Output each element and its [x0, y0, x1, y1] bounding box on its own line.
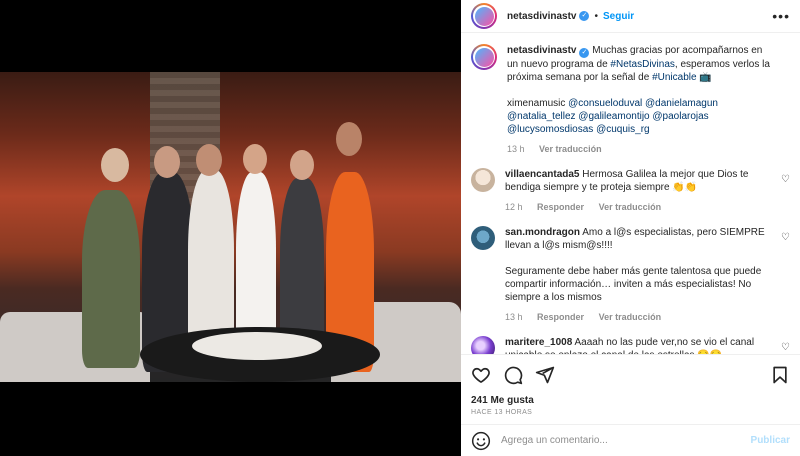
comment-item: villaencantada5 Hermosa Galilea la mejor… — [471, 168, 790, 214]
post-actions: 241 Me gusta HACE 13 HORAS — [461, 354, 800, 416]
comments-list[interactable]: netasdivinastv ✓ Muchas gracias por acomp… — [461, 34, 800, 354]
reply-button[interactable]: Responder — [537, 312, 584, 322]
add-comment-bar: Publicar — [461, 424, 800, 456]
verified-icon: ✓ — [579, 11, 590, 21]
author-username[interactable]: netasdivinastv — [507, 11, 576, 22]
person-1-head — [101, 148, 129, 182]
translate-link[interactable]: Ver traducción — [599, 312, 662, 322]
post-media — [0, 0, 461, 456]
caption: netasdivinastv ✓ Muchas gracias por acomp… — [471, 44, 790, 156]
person-5-head — [290, 150, 314, 180]
like-comment-heart-icon[interactable]: ♡ — [781, 342, 790, 353]
publish-comment-button[interactable]: Publicar — [751, 435, 790, 446]
comment-username[interactable]: villaencantada5 — [505, 169, 579, 180]
comment-input[interactable] — [501, 435, 751, 446]
commenter-avatar[interactable] — [471, 168, 495, 192]
comment-meta: 12 h Responder Ver traducción — [505, 201, 774, 214]
save-bookmark-icon[interactable] — [770, 365, 790, 385]
person-2-head — [154, 146, 180, 178]
reply-button[interactable]: Responder — [537, 202, 584, 212]
caption-text-3: 📺 — [696, 72, 712, 83]
commenter-avatar[interactable] — [471, 226, 495, 250]
follow-button[interactable]: Seguir — [603, 11, 634, 22]
header-separator: • — [594, 10, 598, 22]
post-photo[interactable] — [0, 72, 461, 382]
verified-icon: ✓ — [579, 48, 590, 58]
more-options-icon[interactable]: ••• — [772, 8, 790, 24]
likes-count[interactable]: 241 Me gusta — [471, 395, 790, 406]
comment-username[interactable]: san.mondragon — [505, 227, 580, 238]
hashtag-netasdivinas[interactable]: #NetasDivinas — [610, 59, 674, 70]
comment-meta: 13 h Responder Ver traducción — [505, 311, 774, 324]
share-icon[interactable] — [535, 365, 555, 385]
comment-item: san.mondragon Amo a l@s especialistas, p… — [471, 226, 790, 324]
caption-avatar[interactable] — [471, 44, 497, 70]
person-4-head — [243, 144, 267, 174]
table-stones — [192, 332, 322, 360]
hashtag-unicable[interactable]: #Unicable — [652, 72, 696, 83]
caption-username[interactable]: netasdivinastv — [507, 45, 576, 56]
person-6-head — [336, 122, 362, 156]
person-1 — [82, 190, 140, 368]
author-avatar[interactable] — [471, 3, 497, 29]
like-heart-icon[interactable] — [471, 365, 491, 385]
emoji-icon[interactable] — [471, 431, 491, 451]
caption-meta: 13 h Ver traducción — [507, 143, 774, 156]
caption-translate-link[interactable]: Ver traducción — [539, 144, 602, 154]
comment-username[interactable]: maritere_1008 — [505, 337, 572, 348]
like-comment-heart-icon[interactable]: ♡ — [781, 174, 790, 185]
post-side-panel: netasdivinastv ✓ • Seguir ••• netasdivin… — [461, 0, 800, 456]
action-icons — [471, 365, 790, 385]
comment-time: 12 h — [505, 202, 523, 212]
credits-prefix: ximenamusic — [507, 98, 569, 109]
comment-item: maritere_1008 Aaaah no las pude ver,no s… — [471, 336, 790, 354]
commenter-avatar[interactable] — [471, 336, 495, 354]
translate-link[interactable]: Ver traducción — [599, 202, 662, 212]
post-timestamp: HACE 13 HORAS — [471, 409, 533, 416]
caption-credits: ximenamusic @consueloduval @danielamagun… — [507, 97, 774, 136]
comment-time: 13 h — [505, 312, 523, 322]
like-comment-heart-icon[interactable]: ♡ — [781, 232, 790, 243]
comment-icon[interactable] — [503, 365, 523, 385]
person-3-head — [196, 144, 222, 176]
post-header: netasdivinastv ✓ • Seguir ••• — [461, 0, 800, 33]
caption-time: 13 h — [507, 144, 525, 154]
comment-text-2: Seguramente debe haber más gente talento… — [505, 266, 762, 303]
